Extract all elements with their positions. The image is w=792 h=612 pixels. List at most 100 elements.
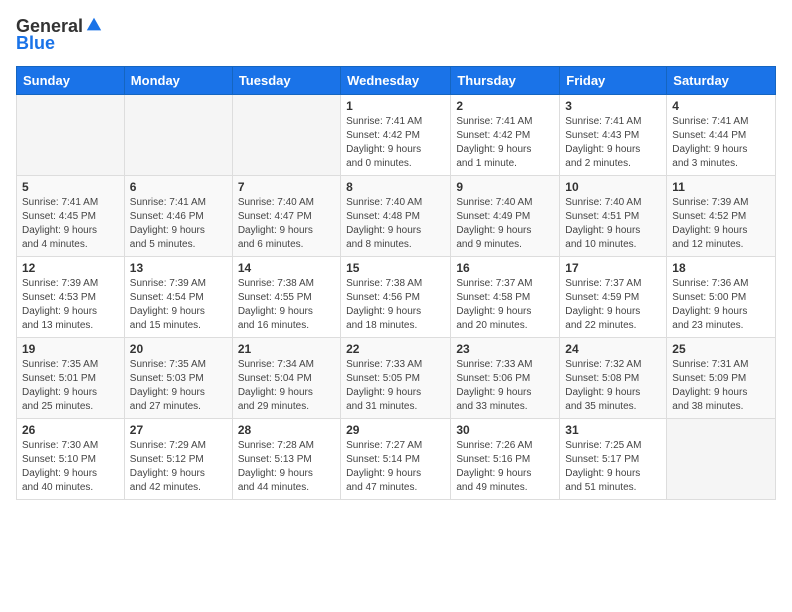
calendar-cell bbox=[124, 95, 232, 176]
calendar-cell bbox=[667, 419, 776, 500]
calendar-week-5: 26Sunrise: 7:30 AM Sunset: 5:10 PM Dayli… bbox=[17, 419, 776, 500]
day-number: 28 bbox=[238, 423, 335, 437]
day-info: Sunrise: 7:39 AM Sunset: 4:53 PM Dayligh… bbox=[22, 277, 119, 333]
calendar-cell: 14 Sunrise: 7:38 AM Sunset: 4:55 PM Dayli… bbox=[232, 257, 340, 338]
weekday-header-wednesday: Wednesday bbox=[341, 67, 451, 95]
calendar-cell: 3 Sunrise: 7:41 AM Sunset: 4:43 PM Daylig… bbox=[560, 95, 667, 176]
day-info: Sunrise: 7:27 AM Sunset: 5:14 PM Dayligh… bbox=[346, 439, 445, 495]
day-info: Sunrise: 7:41 AM Sunset: 4:45 PM Dayligh… bbox=[22, 196, 119, 252]
calendar-cell: 23 Sunrise: 7:33 AM Sunset: 5:06 PM Dayli… bbox=[451, 338, 560, 419]
day-number: 10 bbox=[565, 180, 661, 194]
calendar-cell bbox=[17, 95, 125, 176]
calendar-cell: 29 Sunrise: 7:27 AM Sunset: 5:14 PM Dayli… bbox=[341, 419, 451, 500]
day-number: 12 bbox=[22, 261, 119, 275]
calendar-cell bbox=[232, 95, 340, 176]
day-info: Sunrise: 7:33 AM Sunset: 5:06 PM Dayligh… bbox=[456, 358, 554, 414]
day-info: Sunrise: 7:38 AM Sunset: 4:55 PM Dayligh… bbox=[238, 277, 335, 333]
day-info: Sunrise: 7:26 AM Sunset: 5:16 PM Dayligh… bbox=[456, 439, 554, 495]
weekday-header-sunday: Sunday bbox=[17, 67, 125, 95]
calendar-cell: 16 Sunrise: 7:37 AM Sunset: 4:58 PM Dayli… bbox=[451, 257, 560, 338]
calendar-cell: 4Sunrise: 7:41 AM Sunset: 4:44 PM Daylig… bbox=[667, 95, 776, 176]
day-info: Sunrise: 7:37 AM Sunset: 4:59 PM Dayligh… bbox=[565, 277, 661, 333]
day-number: 21 bbox=[238, 342, 335, 356]
weekday-header-thursday: Thursday bbox=[451, 67, 560, 95]
calendar-cell: 22 Sunrise: 7:33 AM Sunset: 5:05 PM Dayli… bbox=[341, 338, 451, 419]
day-number: 13 bbox=[130, 261, 227, 275]
weekday-header-tuesday: Tuesday bbox=[232, 67, 340, 95]
day-info: Sunrise: 7:35 AM Sunset: 5:01 PM Dayligh… bbox=[22, 358, 119, 414]
day-info: Sunrise: 7:25 AM Sunset: 5:17 PM Dayligh… bbox=[565, 439, 661, 495]
day-number: 24 bbox=[565, 342, 661, 356]
header: General Blue bbox=[16, 16, 776, 54]
day-number: 5 bbox=[22, 180, 119, 194]
day-number: 15 bbox=[346, 261, 445, 275]
calendar-cell: 17Sunrise: 7:37 AM Sunset: 4:59 PM Dayli… bbox=[560, 257, 667, 338]
weekday-header-row: SundayMondayTuesdayWednesdayThursdayFrid… bbox=[17, 67, 776, 95]
calendar-week-3: 12 Sunrise: 7:39 AM Sunset: 4:53 PM Dayli… bbox=[17, 257, 776, 338]
calendar-cell: 8Sunrise: 7:40 AM Sunset: 4:48 PM Daylig… bbox=[341, 176, 451, 257]
day-number: 7 bbox=[238, 180, 335, 194]
day-info: Sunrise: 7:39 AM Sunset: 4:52 PM Dayligh… bbox=[672, 196, 770, 252]
day-number: 3 bbox=[565, 99, 661, 113]
calendar-cell: 21Sunrise: 7:34 AM Sunset: 5:04 PM Dayli… bbox=[232, 338, 340, 419]
day-number: 14 bbox=[238, 261, 335, 275]
day-info: Sunrise: 7:33 AM Sunset: 5:05 PM Dayligh… bbox=[346, 358, 445, 414]
logo-blue: Blue bbox=[16, 33, 55, 54]
calendar-cell: 28 Sunrise: 7:28 AM Sunset: 5:13 PM Dayli… bbox=[232, 419, 340, 500]
logo-triangle-icon bbox=[85, 16, 103, 34]
calendar-cell: 25 Sunrise: 7:31 AM Sunset: 5:09 PM Dayli… bbox=[667, 338, 776, 419]
day-info: Sunrise: 7:41 AM Sunset: 4:43 PM Dayligh… bbox=[565, 115, 661, 171]
calendar-cell: 6Sunrise: 7:41 AM Sunset: 4:46 PM Daylig… bbox=[124, 176, 232, 257]
day-number: 29 bbox=[346, 423, 445, 437]
calendar-cell: 15 Sunrise: 7:38 AM Sunset: 4:56 PM Dayli… bbox=[341, 257, 451, 338]
calendar-cell: 13Sunrise: 7:39 AM Sunset: 4:54 PM Dayli… bbox=[124, 257, 232, 338]
day-info: Sunrise: 7:29 AM Sunset: 5:12 PM Dayligh… bbox=[130, 439, 227, 495]
calendar-table: SundayMondayTuesdayWednesdayThursdayFrid… bbox=[16, 66, 776, 500]
day-number: 22 bbox=[346, 342, 445, 356]
day-number: 8 bbox=[346, 180, 445, 194]
day-number: 30 bbox=[456, 423, 554, 437]
day-number: 19 bbox=[22, 342, 119, 356]
day-info: Sunrise: 7:31 AM Sunset: 5:09 PM Dayligh… bbox=[672, 358, 770, 414]
day-number: 11 bbox=[672, 180, 770, 194]
day-info: Sunrise: 7:40 AM Sunset: 4:47 PM Dayligh… bbox=[238, 196, 335, 252]
day-number: 23 bbox=[456, 342, 554, 356]
logo: General Blue bbox=[16, 16, 103, 54]
calendar-cell: 1 Sunrise: 7:41 AM Sunset: 4:42 PM Daylig… bbox=[341, 95, 451, 176]
calendar-cell: 18 Sunrise: 7:36 AM Sunset: 5:00 PM Dayli… bbox=[667, 257, 776, 338]
calendar-cell: 5 Sunrise: 7:41 AM Sunset: 4:45 PM Daylig… bbox=[17, 176, 125, 257]
day-info: Sunrise: 7:37 AM Sunset: 4:58 PM Dayligh… bbox=[456, 277, 554, 333]
day-info: Sunrise: 7:32 AM Sunset: 5:08 PM Dayligh… bbox=[565, 358, 661, 414]
day-number: 16 bbox=[456, 261, 554, 275]
calendar-cell: 11 Sunrise: 7:39 AM Sunset: 4:52 PM Dayli… bbox=[667, 176, 776, 257]
day-info: Sunrise: 7:36 AM Sunset: 5:00 PM Dayligh… bbox=[672, 277, 770, 333]
day-number: 20 bbox=[130, 342, 227, 356]
calendar-cell: 10 Sunrise: 7:40 AM Sunset: 4:51 PM Dayli… bbox=[560, 176, 667, 257]
calendar-cell: 31 Sunrise: 7:25 AM Sunset: 5:17 PM Dayli… bbox=[560, 419, 667, 500]
day-info: Sunrise: 7:35 AM Sunset: 5:03 PM Dayligh… bbox=[130, 358, 227, 414]
calendar-cell: 27 Sunrise: 7:29 AM Sunset: 5:12 PM Dayli… bbox=[124, 419, 232, 500]
weekday-header-saturday: Saturday bbox=[667, 67, 776, 95]
day-info: Sunrise: 7:40 AM Sunset: 4:49 PM Dayligh… bbox=[456, 196, 554, 252]
calendar-week-4: 19 Sunrise: 7:35 AM Sunset: 5:01 PM Dayli… bbox=[17, 338, 776, 419]
day-number: 31 bbox=[565, 423, 661, 437]
calendar-cell: 26Sunrise: 7:30 AM Sunset: 5:10 PM Dayli… bbox=[17, 419, 125, 500]
day-info: Sunrise: 7:38 AM Sunset: 4:56 PM Dayligh… bbox=[346, 277, 445, 333]
day-info: Sunrise: 7:28 AM Sunset: 5:13 PM Dayligh… bbox=[238, 439, 335, 495]
weekday-header-friday: Friday bbox=[560, 67, 667, 95]
day-info: Sunrise: 7:41 AM Sunset: 4:42 PM Dayligh… bbox=[346, 115, 445, 171]
day-number: 26 bbox=[22, 423, 119, 437]
day-number: 25 bbox=[672, 342, 770, 356]
calendar-week-2: 5 Sunrise: 7:41 AM Sunset: 4:45 PM Daylig… bbox=[17, 176, 776, 257]
day-info: Sunrise: 7:40 AM Sunset: 4:51 PM Dayligh… bbox=[565, 196, 661, 252]
day-number: 2 bbox=[456, 99, 554, 113]
calendar-cell: 2Sunrise: 7:41 AM Sunset: 4:42 PM Daylig… bbox=[451, 95, 560, 176]
calendar-week-1: 1 Sunrise: 7:41 AM Sunset: 4:42 PM Daylig… bbox=[17, 95, 776, 176]
day-number: 18 bbox=[672, 261, 770, 275]
day-number: 4 bbox=[672, 99, 770, 113]
calendar-cell: 7 Sunrise: 7:40 AM Sunset: 4:47 PM Daylig… bbox=[232, 176, 340, 257]
calendar-cell: 12 Sunrise: 7:39 AM Sunset: 4:53 PM Dayli… bbox=[17, 257, 125, 338]
day-number: 27 bbox=[130, 423, 227, 437]
day-info: Sunrise: 7:41 AM Sunset: 4:46 PM Dayligh… bbox=[130, 196, 227, 252]
day-number: 1 bbox=[346, 99, 445, 113]
